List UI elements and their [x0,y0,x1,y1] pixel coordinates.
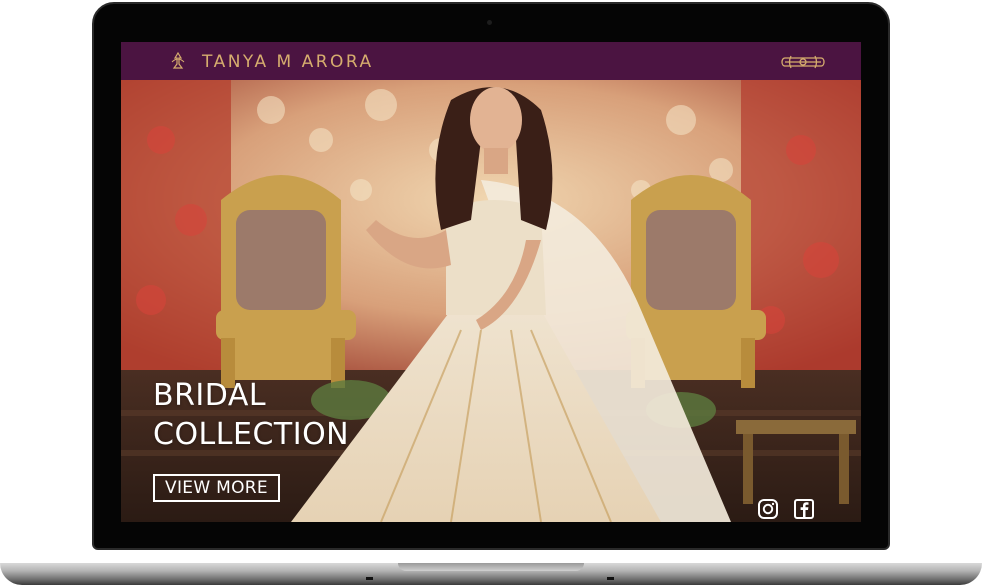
hero-title: BRIDAL COLLECTION [153,376,349,454]
hero-bride-image [121,80,861,522]
laptop-foot-right [607,577,614,580]
brand-monogram-icon[interactable] [169,52,187,70]
hero-title-line2: COLLECTION [153,417,350,452]
brand-name[interactable]: TANYA M ARORA [202,52,374,72]
webcam [487,20,492,25]
site-header: TANYA M ARORA [121,42,861,80]
view-more-button[interactable]: VIEW MORE [153,474,280,502]
hero-title-line1: BRIDAL [153,378,267,413]
instagram-icon[interactable] [757,498,779,520]
ornate-menu-icon[interactable] [781,54,825,70]
laptop-screen: TANYA M ARORA BRIDAL COLLECTION VIEW MOR… [121,42,861,522]
laptop-base-notch [398,563,584,571]
hero-banner: BRIDAL COLLECTION VIEW MORE [121,80,861,522]
laptop-foot-left [366,577,373,580]
facebook-icon[interactable] [793,498,815,520]
